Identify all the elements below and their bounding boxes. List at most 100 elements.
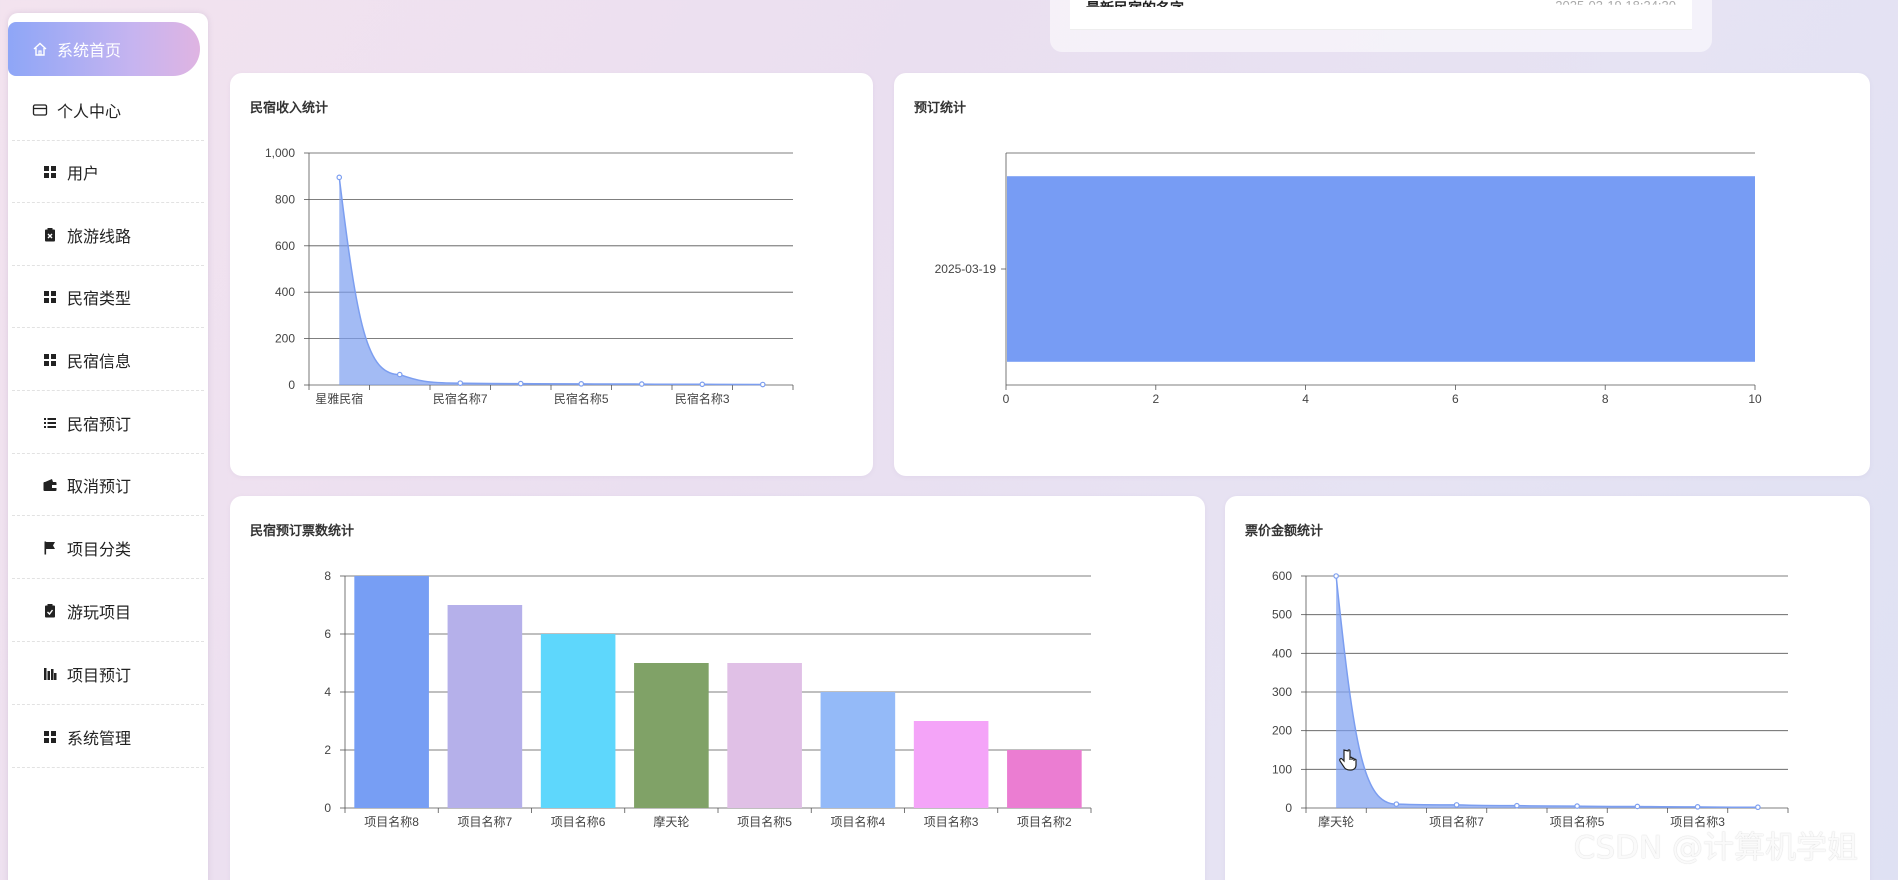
sidebar-item-0[interactable]: 系统首页 (8, 22, 200, 76)
wallet-icon (41, 476, 59, 494)
x-tick-label: 星雅民宿 (315, 391, 363, 406)
sidebar-item-label: 民宿信息 (67, 353, 132, 371)
sidebar-item-label: 旅游线路 (67, 228, 132, 246)
data-point[interactable] (1694, 804, 1701, 810)
chart-svg: 0 2 4 6 8 项目名称8 项目名称7 项目名称6 摩天轮 项目名称5 项目名称4 项目名称3 项目… (324, 569, 1092, 829)
latest-list-row[interactable]: 最新民宿的名字 2025-03-19 18:34:30 (1070, 0, 1692, 30)
data-point[interactable] (1453, 802, 1460, 808)
booking-chart-card: 预订统计 0 2 4 6 8 10 2025-03-19 (894, 73, 1870, 476)
data-point[interactable] (1574, 803, 1580, 809)
y-tick-label: 8 (324, 569, 331, 583)
sidebar-item-label: 项目预订 (67, 667, 132, 685)
y-tick-label: 2 (324, 743, 331, 757)
latest-row-title[interactable]: 最新民宿的名字 (1086, 0, 1184, 7)
sidebar-item-11[interactable]: 系统管理 (12, 706, 204, 768)
data-point[interactable] (1393, 801, 1400, 807)
x-tick-label: 10 (1748, 392, 1762, 406)
x-tick-label: 民宿名称3 (675, 391, 730, 406)
sidebar-item-label: 取消预订 (67, 478, 132, 496)
sidebar-item-label: 项目分类 (67, 541, 132, 559)
sidebar-item-label: 个人中心 (57, 103, 122, 121)
sidebar-item-2[interactable]: 用户 (12, 141, 204, 203)
data-point[interactable] (578, 381, 585, 387)
data-point[interactable] (1755, 804, 1761, 811)
bar[interactable] (447, 605, 523, 808)
x-tick-label: 8 (1602, 392, 1609, 406)
y-tick-label: 0 (324, 801, 331, 815)
x-tick-label: 项目名称4 (831, 814, 886, 829)
y-tick-label: 200 (275, 332, 295, 346)
data-point[interactable] (517, 380, 524, 387)
sidebar-item-label: 系统首页 (57, 43, 122, 60)
bar[interactable] (913, 721, 989, 808)
hand-cursor-icon (1339, 749, 1357, 771)
data-point[interactable] (759, 381, 766, 388)
bar[interactable] (727, 663, 802, 808)
chart-svg: 0 200 400 600 800 1,000 星雅民宿 民宿名称7 民宿名称5 民宿名称3 (265, 146, 794, 406)
sidebar-item-label: 民宿类型 (67, 290, 132, 308)
x-tick-label: 6 (1452, 392, 1459, 406)
grid-icon (41, 351, 59, 369)
tickets-chart-card: 民宿预订票数统计 0 2 4 6 8 项目名称8 项目名称7 项目名称6 摩天轮 项目名称5 项目名… (230, 496, 1205, 880)
latest-row-date: 2025-03-19 18:34:30 (1555, 0, 1676, 13)
x-tick-label: 项目名称7 (1429, 814, 1484, 829)
y-tick-label: 400 (275, 285, 295, 299)
x-tick-label: 民宿名称7 (433, 391, 488, 406)
sidebar-item-label: 民宿预订 (67, 416, 132, 434)
x-tick-label: 项目名称6 (551, 814, 606, 829)
bar[interactable] (354, 576, 429, 808)
y-tick-label: 100 (1272, 762, 1292, 776)
x-tick-label: 项目名称8 (364, 814, 419, 829)
bar[interactable] (540, 634, 616, 808)
x-tick-label: 项目名称3 (924, 814, 979, 829)
sidebar-item-10[interactable]: 项目预订 (12, 643, 204, 705)
grid-icon (41, 288, 59, 306)
latest-list-card: 最新民宿的名字 2025-03-19 18:34:30 (1050, 0, 1712, 52)
sidebar-item-8[interactable]: 项目分类 (12, 517, 204, 579)
sidebar-item-1[interactable]: 个人中心 (12, 79, 204, 141)
y-tick-label: 600 (1272, 569, 1292, 583)
data-point[interactable] (1634, 803, 1641, 810)
bar[interactable] (1007, 176, 1755, 362)
bar[interactable] (1007, 750, 1082, 808)
series-line (338, 177, 763, 386)
x-tick-label: 项目名称7 (458, 814, 513, 829)
x-tick-label: 项目名称2 (1017, 814, 1072, 829)
income-chart-card: 民宿收入统计 0 200 400 600 800 1,000 星雅民宿 民宿名称7 民宿名称5 民… (230, 73, 873, 476)
watermark-text: CSDN @计算机学姐 (1573, 830, 1858, 866)
x-tick-label: 民宿名称5 (554, 391, 609, 406)
data-point[interactable] (1514, 802, 1520, 809)
y-tick-label: 4 (324, 685, 331, 699)
sidebar-menu: 系统首页个人中心用户旅游线路民宿类型民宿信息民宿预订取消预订项目分类游玩项目项目… (8, 13, 208, 880)
y-tick-label: 2025-03-19 (935, 262, 997, 276)
chart-svg: 0 2 4 6 8 10 2025-03-19 (935, 152, 1762, 406)
sidebar-item-9[interactable]: 游玩项目 (12, 580, 204, 642)
sidebar-item-6[interactable]: 民宿预订 (12, 392, 204, 454)
area-fill (339, 177, 763, 385)
bar[interactable] (634, 663, 709, 808)
sidebar-item-label: 用户 (67, 165, 100, 183)
y-tick-label: 300 (1272, 685, 1292, 699)
x-tick-label: 0 (1003, 392, 1010, 406)
sidebar-item-3[interactable]: 旅游线路 (12, 204, 204, 266)
list-icon (41, 414, 59, 432)
y-tick-label: 800 (275, 192, 295, 206)
sidebar-item-label: 游玩项目 (67, 604, 132, 622)
x-tick-label: 2 (1152, 392, 1159, 406)
data-point[interactable] (457, 380, 464, 386)
x-tick-label: 项目名称5 (737, 814, 792, 829)
data-point[interactable] (1333, 573, 1339, 579)
sidebar-item-7[interactable]: 取消预订 (12, 454, 204, 516)
sidebar-item-5[interactable]: 民宿信息 (12, 329, 204, 391)
data-point[interactable] (396, 371, 403, 378)
x-tick-label: 摩天轮 (653, 814, 689, 829)
data-point[interactable] (638, 381, 645, 387)
y-tick-label: 600 (275, 239, 295, 253)
flag-icon (41, 539, 59, 557)
bar[interactable] (820, 692, 896, 808)
data-point[interactable] (699, 381, 706, 388)
x-tick-label: 摩天轮 (1318, 814, 1354, 829)
data-point[interactable] (336, 174, 343, 181)
sidebar-item-4[interactable]: 民宿类型 (12, 266, 204, 328)
home-icon (31, 40, 49, 58)
